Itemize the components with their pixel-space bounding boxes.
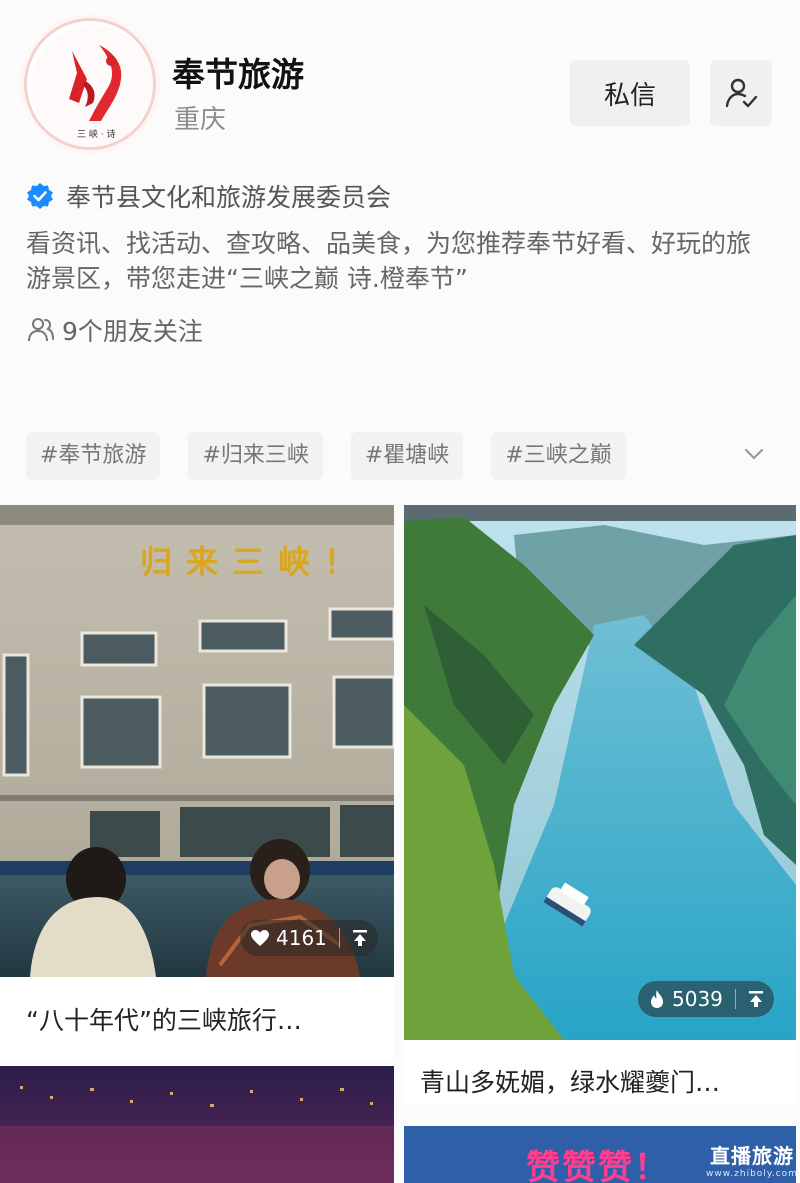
fire-icon: [651, 990, 663, 1008]
verified-org-text: 奉节县文化和旅游发展委员会: [66, 183, 392, 212]
video-thumbnail: [0, 1066, 394, 1183]
tag-item[interactable]: #奉节旅游: [26, 432, 161, 480]
friends-follow-row[interactable]: 9个朋友关注: [26, 312, 203, 348]
video-card[interactable]: [0, 1066, 394, 1183]
friends-icon: [28, 318, 54, 342]
message-button[interactable]: 私信: [570, 60, 690, 126]
banner-text: 赞赞赞！: [526, 1148, 670, 1183]
friends-follow-text: 9个朋友关注: [62, 317, 203, 346]
profile-location: 重庆: [174, 105, 227, 135]
watermark: 直播旅游 www.zhiboly.com: [704, 1110, 800, 1183]
pin-top-icon: [748, 991, 763, 1007]
like-count: 4161: [276, 926, 327, 950]
video-thumbnail: [404, 505, 796, 1040]
pin-top-icon: [352, 930, 367, 946]
like-count-pill[interactable]: 4161: [240, 920, 378, 956]
profile-name: 奉节旅游: [172, 55, 304, 94]
video-card[interactable]: 5039 青山多妩媚，绿水耀夔门…: [404, 505, 796, 1105]
sign-text: 归来三峡！: [140, 543, 371, 581]
profile-bio: 看资讯、找活动、查攻略、品美食，为您推荐奉节好看、好玩的旅游景区，带您走进“三峡…: [26, 229, 752, 293]
video-title: 青山多妩媚，绿水耀夔门…: [420, 1068, 721, 1097]
follow-button[interactable]: [710, 60, 772, 126]
heart-icon: [251, 930, 269, 946]
chevron-down-icon: [744, 448, 764, 460]
like-count-pill[interactable]: 5039: [638, 981, 774, 1017]
tag-bar: #奉节旅游 #归来三峡 #瞿塘峡 #三峡之巅: [26, 432, 654, 480]
tag-item[interactable]: #三峡之巅: [491, 432, 626, 480]
tag-item[interactable]: #瞿塘峡: [350, 432, 464, 480]
watermark-brand: 直播旅游: [710, 1144, 794, 1168]
video-card[interactable]: 归来三峡！ 4161 “八十年代”的三峡旅行…: [0, 505, 394, 1060]
logo-icon: 三 峡 · 诗: [31, 25, 153, 147]
tags-expand-button[interactable]: [738, 434, 770, 474]
tag-item[interactable]: #归来三峡: [188, 432, 323, 480]
video-title: “八十年代”的三峡旅行…: [26, 1006, 302, 1035]
verified-badge-icon: [27, 183, 53, 209]
like-count: 5039: [672, 987, 723, 1011]
verification-row: 奉节县文化和旅游发展委员会: [26, 178, 391, 214]
watermark-domain: www.zhiboly.com: [706, 1169, 798, 1179]
svg-text:三 峡 · 诗: 三 峡 · 诗: [77, 128, 115, 140]
avatar[interactable]: 三 峡 · 诗: [24, 18, 156, 150]
add-friend-icon: [725, 78, 758, 108]
